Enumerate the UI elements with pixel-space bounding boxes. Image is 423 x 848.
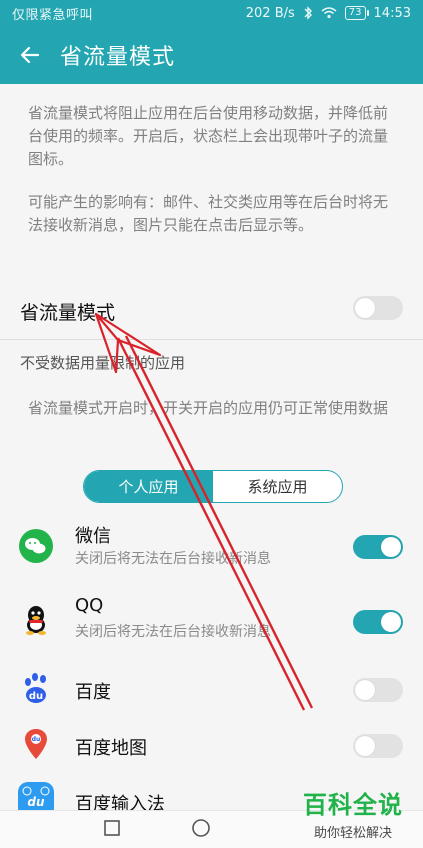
qq-toggle[interactable] [353, 610, 403, 634]
app-row-baidu[interactable]: du 百度 [0, 662, 423, 718]
app-name: 百度 [75, 682, 111, 703]
tab-system-apps[interactable]: 系统应用 [213, 471, 342, 502]
svg-text:du: du [27, 795, 45, 809]
circle-icon [191, 818, 210, 837]
watermark: 百科全说 助你轻松解决 [293, 784, 413, 842]
carrier-text: 仅限紧急呼叫 [12, 7, 94, 23]
app-type-segmented-control: 个人应用 系统应用 [83, 470, 343, 503]
recent-apps-button[interactable] [103, 819, 121, 841]
svg-text:du: du [32, 736, 41, 743]
baidu-map-toggle[interactable] [353, 734, 403, 758]
app-subtitle: 关闭后将无法在后台接收新消息 [75, 551, 271, 567]
watermark-sub: 助你轻松解决 [313, 826, 392, 841]
data-saver-toggle[interactable] [353, 296, 403, 320]
wechat-icon [18, 528, 54, 564]
impact-text: 可能产生的影响有：邮件、社交类应用等在后台时将无法接收新消息，图片只能在点击后显… [28, 193, 389, 234]
square-icon [103, 819, 120, 836]
network-speed: 202 B/s [245, 5, 295, 21]
bluetooth-icon [304, 6, 312, 20]
battery-icon: 73 [344, 6, 369, 20]
data-saver-label: 省流量模式 [20, 302, 116, 324]
app-row-qq[interactable]: QQ 关闭后将无法在后台接收新消息 [0, 589, 423, 651]
baidu-map-icon: du [18, 726, 54, 762]
app-name: QQ [75, 595, 104, 616]
app-row-baidu-map[interactable]: du 百度地图 [0, 718, 423, 774]
unrestricted-section-title: 不受数据用量限制的应用 [20, 354, 186, 372]
unrestricted-hint: 省流量模式开启时，开关开启的应用仍可正常使用数据 [28, 399, 389, 417]
status-bar: 仅限紧急呼叫 202 B/s 73 14:53 [0, 0, 423, 26]
wechat-toggle[interactable] [353, 535, 403, 559]
back-arrow-icon [20, 46, 40, 64]
description-text: 省流量模式将阻止应用在后台使用移动数据，并降低前台使用的频率。开启后，状态栏上会… [28, 104, 389, 168]
back-button[interactable] [0, 26, 60, 84]
home-button[interactable] [191, 818, 211, 842]
clock: 14:53 [373, 5, 411, 21]
app-bar: 省流量模式 [0, 26, 423, 84]
page-title: 省流量模式 [60, 45, 176, 70]
baidu-icon: du [18, 670, 54, 706]
app-row-wechat[interactable]: 微信 关闭后将无法在后台接收新消息 [0, 516, 423, 578]
tab-personal-apps[interactable]: 个人应用 [84, 471, 213, 502]
divider [0, 339, 423, 340]
watermark-main: 百科全说 [303, 791, 403, 819]
app-name: 百度地图 [75, 738, 147, 759]
battery-level: 73 [348, 7, 362, 18]
content: 省流量模式将阻止应用在后台使用移动数据，并降低前台使用的频率。开启后，状态栏上会… [0, 84, 423, 818]
qq-icon [18, 601, 54, 637]
app-name: 微信 [75, 526, 111, 547]
baidu-toggle[interactable] [353, 678, 403, 702]
wifi-icon [321, 7, 337, 19]
svg-text:du: du [29, 691, 43, 702]
app-subtitle: 关闭后将无法在后台接收新消息 [75, 624, 271, 640]
